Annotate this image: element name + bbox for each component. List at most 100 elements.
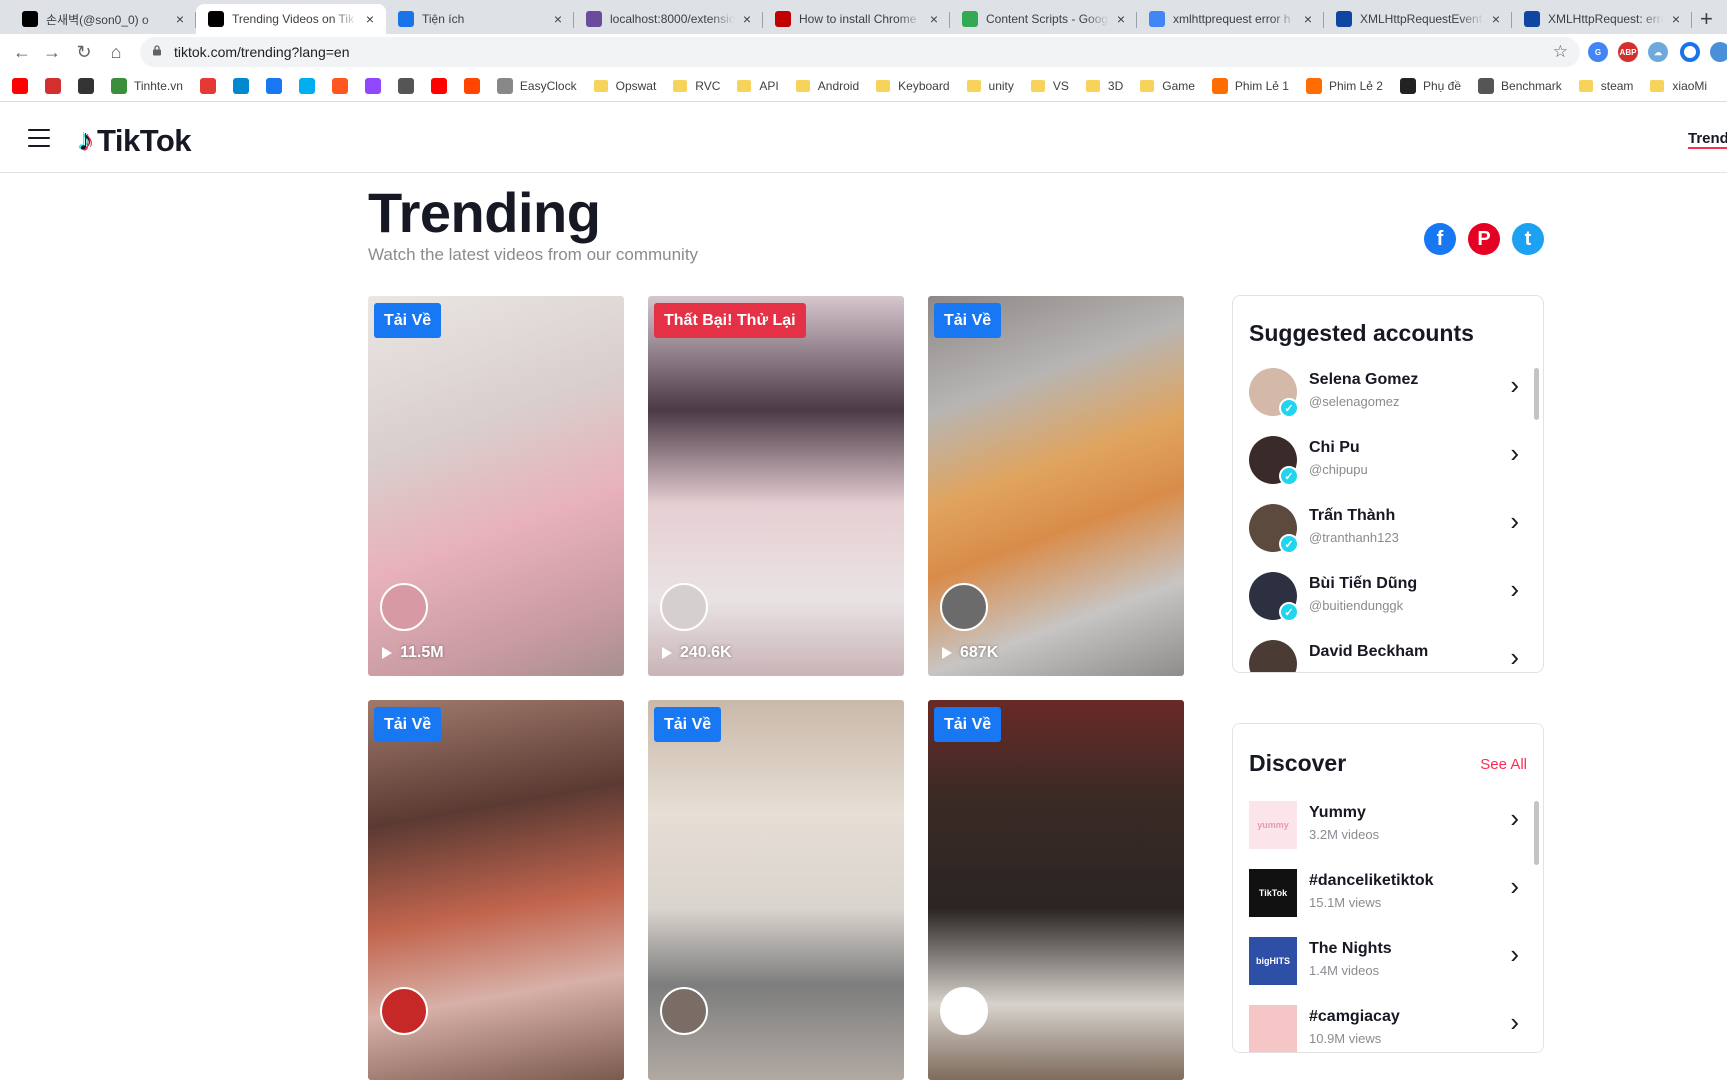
discover-item-name[interactable]: #camgiacay xyxy=(1309,1008,1400,1026)
suggested-account-row[interactable]: ✓ Chi Pu @chipupu › xyxy=(1249,436,1519,488)
download-badge-button[interactable]: Tải Về xyxy=(374,303,442,338)
chevron-right-icon[interactable]: › xyxy=(1510,1007,1519,1038)
close-tab-icon[interactable]: × xyxy=(739,11,755,27)
account-avatar[interactable] xyxy=(1249,640,1297,672)
home-icon[interactable]: ⌂ xyxy=(104,40,128,64)
browser-tab[interactable]: XMLHttpRequest: error × xyxy=(1512,4,1692,34)
bookmark-item[interactable]: Phim Lẻ 2 xyxy=(1305,77,1383,94)
discover-item-name[interactable]: Yummy xyxy=(1309,804,1366,822)
bookmark-item[interactable]: Tinhte.vn xyxy=(111,77,183,94)
back-icon[interactable]: ← xyxy=(10,40,34,64)
new-tab-button[interactable]: + xyxy=(1700,6,1713,32)
bookmark-item[interactable] xyxy=(298,77,315,94)
close-tab-icon[interactable]: × xyxy=(926,11,942,27)
account-name[interactable]: Bùi Tiến Dũng xyxy=(1309,575,1417,593)
discover-item-row[interactable]: #camgiacay 10.9M views › xyxy=(1249,1005,1519,1052)
close-tab-icon[interactable]: × xyxy=(550,11,566,27)
download-badge-button[interactable]: Tải Về xyxy=(934,303,1002,338)
chevron-right-icon[interactable]: › xyxy=(1510,871,1519,902)
adblock-extension-icon[interactable]: ABP xyxy=(1618,42,1638,62)
forward-icon[interactable]: → xyxy=(40,40,64,64)
bookmark-item[interactable]: unity xyxy=(966,79,1014,93)
bookmark-item[interactable]: 3D xyxy=(1085,79,1123,93)
browser-tab[interactable]: 손새벽(@son0_0) o × xyxy=(10,4,196,34)
bookmark-item[interactable] xyxy=(232,77,249,94)
suggested-scrollbar[interactable] xyxy=(1534,368,1539,420)
discover-thumbnail[interactable]: yummy xyxy=(1249,801,1297,849)
close-tab-icon[interactable]: × xyxy=(1300,11,1316,27)
circle-extension-icon[interactable] xyxy=(1680,42,1700,62)
bookmark-item[interactable]: xiaoMi xyxy=(1650,79,1707,93)
chevron-right-icon[interactable]: › xyxy=(1510,642,1519,672)
chevron-right-icon[interactable]: › xyxy=(1510,506,1519,537)
bookmark-item[interactable] xyxy=(364,77,381,94)
chevron-right-icon[interactable]: › xyxy=(1510,370,1519,401)
bookmark-item[interactable]: Keyboard xyxy=(876,79,950,93)
close-tab-icon[interactable]: × xyxy=(1113,11,1129,27)
tiktok-logo[interactable]: ♪ TikTok xyxy=(78,123,192,159)
creator-avatar[interactable] xyxy=(380,583,428,631)
bookmark-item[interactable]: Opswat xyxy=(593,79,656,93)
creator-avatar[interactable] xyxy=(380,987,428,1035)
chevron-right-icon[interactable]: › xyxy=(1510,438,1519,469)
browser-tab[interactable]: Tiện ích × xyxy=(386,4,574,34)
video-card[interactable]: Thất Bại! Thử Lại 240.6K xyxy=(648,296,904,676)
download-badge-button[interactable]: Tải Về xyxy=(374,707,442,742)
chevron-right-icon[interactable]: › xyxy=(1510,574,1519,605)
video-card[interactable]: Tải Về 687K xyxy=(928,296,1184,676)
profile-extension-icon[interactable] xyxy=(1710,42,1727,62)
bookmark-item[interactable]: Android xyxy=(795,79,859,93)
video-card[interactable]: Tải Về xyxy=(928,700,1184,1080)
bookmark-star-icon[interactable]: ☆ xyxy=(1553,42,1568,62)
browser-tab[interactable]: Content Scripts - Goog × xyxy=(950,4,1137,34)
account-name[interactable]: Selena Gomez xyxy=(1309,371,1418,389)
suggested-account-row[interactable]: ✓ Selena Gomez @selenagomez › xyxy=(1249,368,1519,420)
bookmark-item[interactable]: API xyxy=(737,79,779,93)
bookmark-item[interactable]: EasyClock xyxy=(496,77,577,94)
bookmark-item[interactable]: Phim Lẻ 1 xyxy=(1211,77,1289,94)
bookmark-item[interactable] xyxy=(12,77,28,94)
creator-avatar[interactable] xyxy=(940,583,988,631)
browser-tab[interactable]: Trending Videos on Tik × xyxy=(196,4,386,34)
browser-tab[interactable]: localhost:8000/extensio × xyxy=(574,4,763,34)
reload-icon[interactable]: ↻ xyxy=(72,40,96,64)
twitter-share-icon[interactable]: t xyxy=(1512,223,1544,255)
download-badge-button[interactable]: Thất Bại! Thử Lại xyxy=(654,303,806,338)
video-card[interactable]: Tải Về 11.5M xyxy=(368,296,624,676)
discover-item-row[interactable]: yummy Yummy 3.2M videos › xyxy=(1249,801,1519,853)
browser-tab[interactable]: XMLHttpRequestEvent × xyxy=(1324,4,1512,34)
bookmark-item[interactable]: RVC xyxy=(673,79,720,93)
close-tab-icon[interactable]: × xyxy=(362,11,378,27)
discover-item-row[interactable]: bigHITS The Nights 1.4M videos › xyxy=(1249,937,1519,989)
cloud-extension-icon[interactable]: ☁ xyxy=(1648,42,1668,62)
discover-thumbnail[interactable]: bigHITS xyxy=(1249,937,1297,985)
bookmark-item[interactable] xyxy=(199,77,216,94)
video-card[interactable]: Tải Về xyxy=(368,700,624,1080)
suggested-account-row[interactable]: ✓ Bùi Tiến Dũng @buitiendunggk › xyxy=(1249,572,1519,624)
discover-item-name[interactable]: The Nights xyxy=(1309,940,1392,958)
creator-avatar[interactable] xyxy=(660,583,708,631)
close-tab-icon[interactable]: × xyxy=(172,11,188,27)
download-badge-button[interactable]: Tải Về xyxy=(654,707,722,742)
bookmark-item[interactable] xyxy=(45,77,61,94)
account-name[interactable]: Chi Pu xyxy=(1309,439,1360,457)
bookmark-item[interactable]: VS xyxy=(1030,79,1069,93)
bookmark-item[interactable]: Phụ đề xyxy=(1399,77,1461,94)
browser-tab[interactable]: How to install Chrome × xyxy=(763,4,950,34)
address-bar[interactable]: tiktok.com/trending?lang=en ☆ xyxy=(140,37,1580,67)
bookmark-item[interactable]: Benchmark xyxy=(1478,77,1562,94)
discover-item-row[interactable]: TikTok #danceliketiktok 15.1M views › xyxy=(1249,869,1519,921)
suggested-account-row[interactable]: David Beckham › xyxy=(1249,640,1519,672)
suggested-account-row[interactable]: ✓ Trấn Thành @tranthanh123 › xyxy=(1249,504,1519,556)
bookmark-item[interactable]: Game xyxy=(1140,79,1195,93)
nav-trending-link[interactable]: Trendi xyxy=(1688,130,1727,147)
creator-avatar[interactable] xyxy=(940,987,988,1035)
facebook-share-icon[interactable]: f xyxy=(1424,223,1456,255)
chevron-right-icon[interactable]: › xyxy=(1510,803,1519,834)
browser-tab[interactable]: xmlhttprequest error h × xyxy=(1137,4,1324,34)
account-name[interactable]: Trấn Thành xyxy=(1309,507,1395,525)
chevron-right-icon[interactable]: › xyxy=(1510,939,1519,970)
pinterest-share-icon[interactable]: P xyxy=(1468,223,1500,255)
discover-item-name[interactable]: #danceliketiktok xyxy=(1309,872,1434,890)
discover-scrollbar[interactable] xyxy=(1534,801,1539,865)
